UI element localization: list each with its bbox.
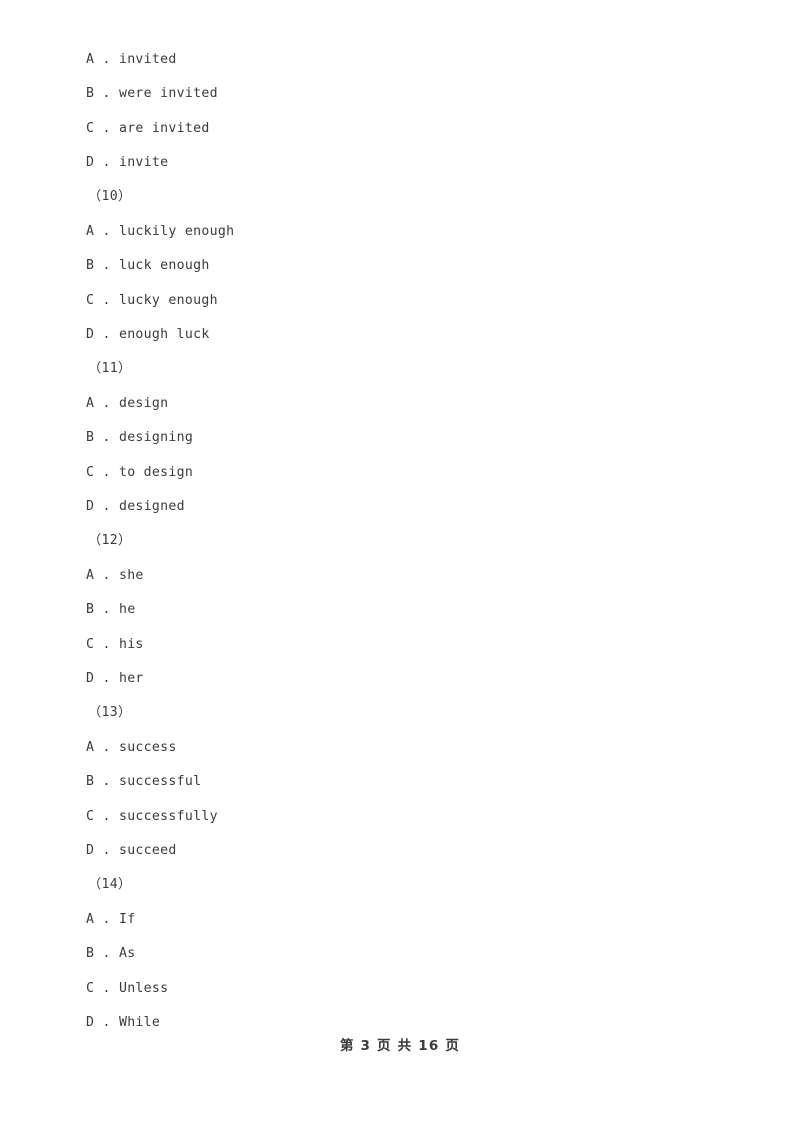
answer-option: B . were invited	[86, 86, 218, 101]
answer-option: A . success	[86, 740, 177, 755]
document-page: A . invited B . were invited C . are invit…	[0, 0, 800, 1132]
answer-option: D . succeed	[86, 843, 177, 858]
answer-option: D . enough luck	[86, 327, 210, 342]
answer-option: B . successful	[86, 774, 202, 789]
answer-option: C . Unless	[86, 981, 169, 996]
answer-option: D . While	[86, 1015, 161, 1030]
answer-option: A . luckily enough	[86, 224, 235, 239]
answer-option: B . As	[86, 946, 136, 961]
question-number: （12）	[88, 533, 132, 548]
answer-option: C . are invited	[86, 121, 210, 136]
answer-option: C . lucky enough	[86, 293, 218, 308]
answer-option: B . he	[86, 602, 136, 617]
question-number: （13）	[88, 705, 132, 720]
answer-option: A . invited	[86, 52, 177, 67]
answer-option: C . to design	[86, 465, 194, 480]
answer-option: A . she	[86, 568, 144, 583]
answer-option: C . successfully	[86, 809, 218, 824]
answer-option: A . If	[86, 912, 136, 927]
answer-option: D . invite	[86, 155, 169, 170]
answer-option: D . her	[86, 671, 144, 686]
answer-option: B . luck enough	[86, 258, 210, 273]
answer-option: B . designing	[86, 430, 194, 445]
question-number: （11）	[88, 361, 132, 376]
question-number: （10）	[88, 189, 132, 204]
page-footer: 第 3 页 共 16 页	[339, 1038, 461, 1054]
answer-option: D . designed	[86, 499, 185, 514]
answer-option: A . design	[86, 396, 169, 411]
answer-option: C . his	[86, 637, 144, 652]
question-number: （14）	[88, 877, 132, 892]
